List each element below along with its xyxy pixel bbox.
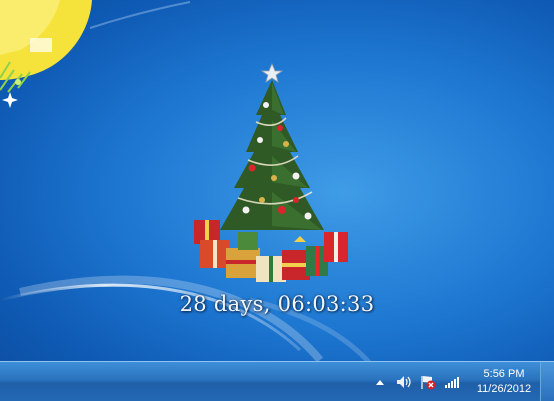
clock-time: 5:56 PM [483, 368, 525, 380]
wallpaper-flower-corner [0, 0, 92, 108]
show-desktop-button[interactable] [540, 362, 554, 401]
christmas-tree-icon [194, 62, 348, 282]
countdown-text: 28 days, 06:03:33 [179, 292, 375, 316]
taskbar-clock[interactable]: 5:56 PM 11/26/2012 [468, 367, 540, 397]
network-signal-icon[interactable] [444, 374, 460, 390]
sparkle-icon [2, 92, 18, 108]
system-tray: 5:56 PM 11/26/2012 [368, 362, 554, 401]
christmas-tree-gadget[interactable] [186, 60, 356, 290]
taskbar[interactable]: 5:56 PM 11/26/2012 [0, 361, 554, 401]
action-center-flag-icon[interactable] [420, 374, 436, 390]
clock-date: 11/26/2012 [476, 383, 532, 395]
show-hidden-icons-arrow-icon[interactable] [372, 374, 388, 390]
desktop: 28 days, 06:03:33 5:56 PM 11/26/2012 [0, 0, 554, 401]
volume-icon[interactable] [396, 374, 412, 390]
